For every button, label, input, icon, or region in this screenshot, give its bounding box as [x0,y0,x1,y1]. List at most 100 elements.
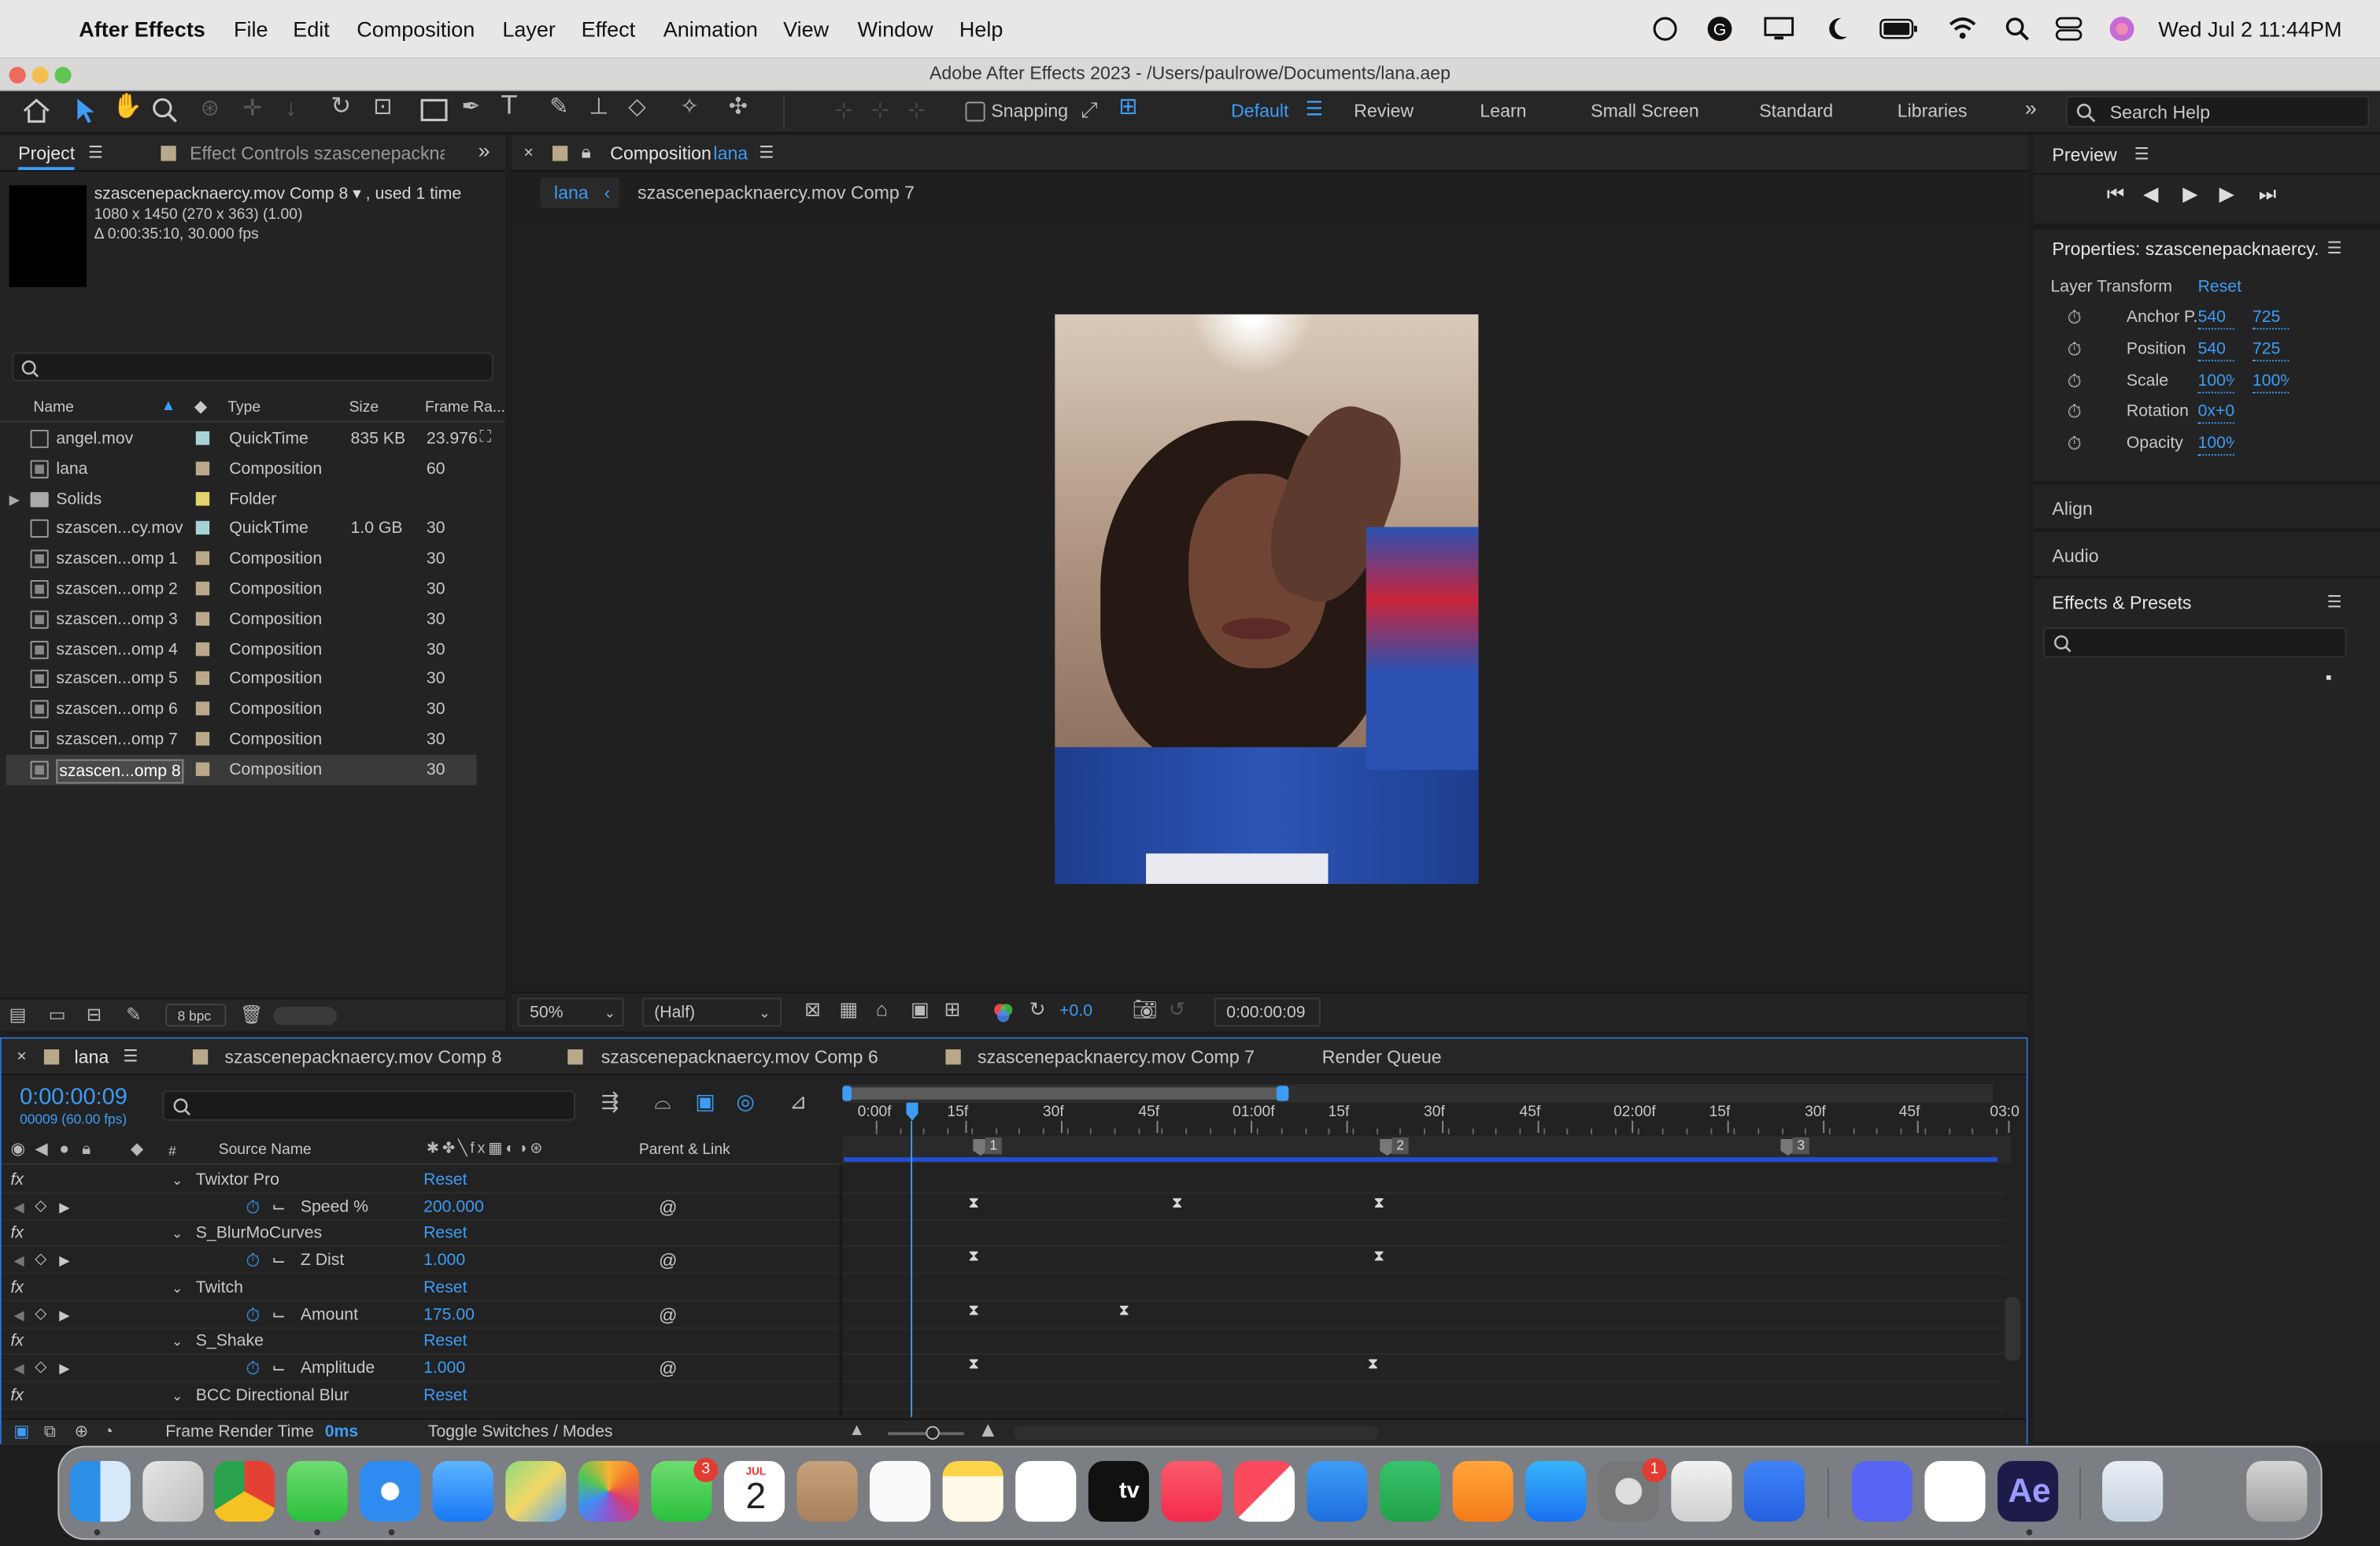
siri-icon[interactable] [2108,15,2136,43]
workspace-default[interactable]: Default [1231,100,1288,121]
timeline-row[interactable]: ◀ ◇ ▶ ⏱ ⌙ Z Dist 1.000 @ ⧗ ⧗ [1,1247,2005,1274]
keyframe-icon[interactable]: ⧗ [968,1195,979,1211]
label-swatch[interactable] [195,491,210,505]
numbers-icon[interactable] [1380,1460,1441,1522]
timeline-horizontal-scrollbar[interactable] [1014,1426,1379,1440]
column-type[interactable]: Type [227,398,261,419]
disclosure-triangle-icon[interactable]: ⌄ [172,1170,183,1191]
menu-window[interactable]: Window [858,0,933,57]
effect-reset[interactable]: Reset [423,1330,467,1352]
column-frame-rate[interactable]: Frame Ra... [425,398,505,419]
label-swatch[interactable] [195,521,210,535]
first-frame-icon[interactable]: ⏮ [2107,183,2125,205]
lock-icon[interactable]: 🔒︎ [582,141,591,162]
downloads-folder-icon[interactable] [2102,1460,2164,1522]
property-value-1[interactable]: 100% [2197,433,2234,457]
label-swatch[interactable] [195,671,210,686]
transfer-controls-toggle-icon[interactable]: ⧉ [44,1422,56,1443]
moon-icon[interactable] [1826,15,1850,43]
label-swatch[interactable] [195,642,210,656]
mail-icon[interactable] [432,1460,493,1522]
keyframe-icon[interactable]: ⧗ [968,1248,979,1265]
playhead-line[interactable] [911,1120,913,1418]
spotlight-search-icon[interactable] [2005,17,2030,41]
show-snapshot-icon[interactable]: ↺ [1169,998,1185,1020]
keyframe-icon[interactable]: ⧗ [1118,1302,1129,1319]
minimize-window-button[interactable] [31,66,49,84]
work-area-end-handle[interactable] [1276,1086,1289,1101]
stopwatch-icon[interactable]: ⏱ [246,1304,260,1325]
app-store-icon[interactable] [1525,1460,1587,1522]
effect-reset[interactable]: Reset [423,1277,467,1298]
pages-icon[interactable] [1452,1460,1513,1522]
project-item[interactable]: ▶ Solids Folder [6,484,477,515]
view-axis-icon[interactable]: ⊹ [907,98,926,120]
effect-reset[interactable]: Reset [423,1223,467,1245]
reset-exposure-icon[interactable]: ↻ [1029,998,1046,1020]
menu-animation[interactable]: Animation [663,0,758,57]
hand-tool-icon[interactable]: ✋ [113,95,142,120]
video-switch-icon[interactable]: ◉ [10,1139,25,1160]
label-swatch[interactable] [195,461,210,475]
timeline-row[interactable]: ◀ ◇ ▶ ⏱ ⌙ Amplitude 1.000 @ ⧗ ⧗ [1,1355,2005,1382]
disclosure-triangle-icon[interactable]: ⌄ [172,1277,183,1298]
graph-icon[interactable]: ⌙ [272,1304,286,1325]
work-area-range[interactable] [842,1087,1283,1100]
composition-tab-label[interactable]: Composition [610,142,711,164]
stopwatch-icon[interactable]: ⏱ [2068,307,2082,328]
property-value-2[interactable]: 725 [2252,338,2289,361]
fx-icon[interactable]: fx [10,1330,24,1352]
source-name-column[interactable]: Source Name [219,1141,312,1162]
project-item[interactable]: szascen...omp 7 Composition 30 [6,724,477,755]
project-search-input[interactable] [12,352,493,382]
prev-keyframe-icon[interactable]: ◀ [13,1196,24,1218]
timeline-tab-lana[interactable]: lana [74,1046,109,1067]
workspace-standard[interactable]: Standard [1759,100,1833,121]
prev-keyframe-icon[interactable]: ◀ [13,1304,24,1325]
dolly-camera-icon[interactable]: ↓ [286,97,297,120]
stopwatch-icon[interactable]: ⏱ [2068,433,2082,454]
keyframe-icon[interactable]: ⧗ [1373,1195,1384,1211]
prev-keyframe-icon[interactable]: ◀ [13,1358,24,1379]
project-item[interactable]: szascen...cy.mov QuickTime 1.0 GB 30 [6,514,477,545]
transparency-grid-icon[interactable]: ▦ [839,998,858,1020]
puppet-tool-icon[interactable]: ✣ [729,96,748,119]
bit-depth-button[interactable]: 8 bpc [165,1004,227,1027]
control-center-icon[interactable] [2055,17,2082,41]
channels-icon[interactable] [992,1002,1014,1023]
sort-ascending-icon[interactable]: ▲ [161,397,176,418]
next-keyframe-icon[interactable]: ▶ [59,1250,69,1271]
pen-tool-icon[interactable]: ✒ [461,96,480,119]
music-icon[interactable] [1161,1460,1222,1522]
menu-view[interactable]: View [783,0,829,57]
selection-tool-icon[interactable] [73,97,98,124]
region-of-interest-icon[interactable]: ▣ [911,998,929,1020]
world-axis-icon[interactable]: ⊹ [871,98,889,120]
keyframe-icon[interactable]: ⧗ [968,1356,979,1373]
current-time-display[interactable]: 0:00:00:09 [20,1084,128,1111]
property-value-2[interactable]: 100% [2252,370,2289,393]
new-bin-icon[interactable]: ▪ [2326,667,2332,688]
launchpad-icon[interactable] [142,1460,204,1522]
property-value-2[interactable]: 725 [2252,307,2289,330]
frame-blending-icon[interactable]: ▣ [695,1090,715,1111]
motion-blur-icon[interactable]: ◎ [736,1090,755,1111]
project-item[interactable]: angel.mov QuickTime 835 KB 23.976 [6,423,478,454]
effects-menu-icon[interactable]: ☰ [2326,592,2341,613]
menu-help[interactable]: Help [959,0,1003,57]
home-icon[interactable] [21,97,52,124]
safari-icon[interactable] [360,1460,421,1522]
screen-sharing-icon[interactable] [1743,1460,1805,1522]
layer-switches-toggle-icon[interactable]: ▣ [13,1422,29,1443]
orbit-camera-icon[interactable]: ⊛ [201,97,220,120]
label-column-icon[interactable]: ◆ [194,397,207,418]
composition-viewer[interactable] [511,216,2028,992]
keyframe-icon[interactable]: ⧗ [1172,1195,1183,1211]
add-keyframe-icon[interactable]: ◇ [35,1358,46,1379]
label-swatch[interactable] [195,731,210,746]
composition-frame[interactable] [1055,314,1479,884]
render-time-toggle-icon[interactable]: ◔ [103,1422,113,1443]
project-item[interactable]: szascen...omp 4 Composition 30 [6,634,477,665]
close-window-button[interactable] [9,66,26,84]
snap-edges-icon[interactable]: ⤢ [1081,98,1098,120]
